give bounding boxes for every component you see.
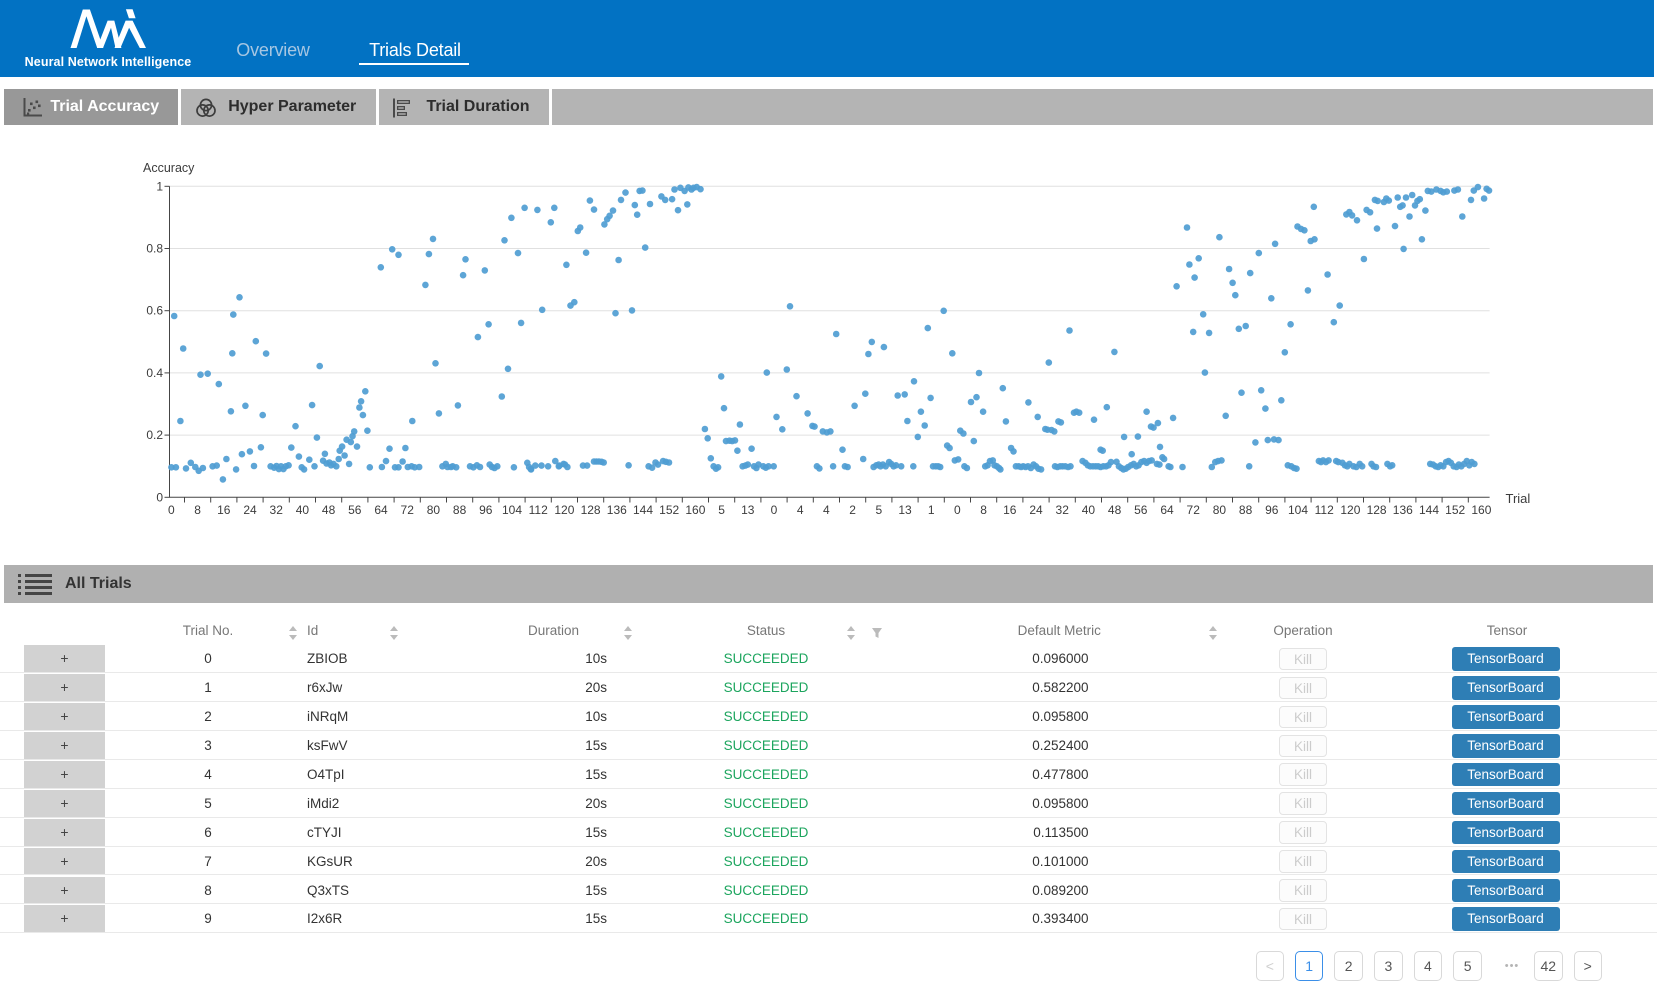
svg-text:0: 0 (168, 503, 175, 517)
svg-text:160: 160 (685, 503, 705, 517)
svg-text:13: 13 (741, 503, 755, 517)
svg-text:4: 4 (823, 503, 830, 517)
svg-text:0.8: 0.8 (146, 242, 163, 256)
svg-text:1: 1 (928, 503, 935, 517)
svg-text:96: 96 (1265, 503, 1279, 517)
svg-text:72: 72 (1187, 503, 1201, 517)
svg-text:104: 104 (502, 503, 522, 517)
svg-text:128: 128 (581, 503, 601, 517)
svg-text:40: 40 (1082, 503, 1096, 517)
svg-text:0: 0 (771, 503, 778, 517)
svg-text:120: 120 (1340, 503, 1360, 517)
svg-text:152: 152 (659, 503, 679, 517)
svg-text:8: 8 (194, 503, 201, 517)
svg-text:56: 56 (1134, 503, 1148, 517)
svg-text:0: 0 (954, 503, 961, 517)
svg-text:160: 160 (1471, 503, 1491, 517)
svg-text:88: 88 (1239, 503, 1253, 517)
svg-text:144: 144 (1419, 503, 1439, 517)
svg-text:0.6: 0.6 (146, 304, 163, 318)
svg-text:5: 5 (718, 503, 725, 517)
svg-text:48: 48 (1108, 503, 1122, 517)
svg-text:24: 24 (243, 503, 257, 517)
svg-text:72: 72 (401, 503, 415, 517)
svg-text:128: 128 (1367, 503, 1387, 517)
svg-text:5: 5 (875, 503, 882, 517)
svg-text:56: 56 (348, 503, 362, 517)
svg-text:32: 32 (1056, 503, 1070, 517)
svg-text:24: 24 (1029, 503, 1043, 517)
svg-text:120: 120 (554, 503, 574, 517)
svg-text:0: 0 (156, 490, 163, 504)
svg-text:48: 48 (322, 503, 336, 517)
svg-text:1: 1 (156, 179, 163, 193)
svg-text:16: 16 (217, 503, 231, 517)
svg-text:0.2: 0.2 (146, 428, 163, 442)
svg-text:88: 88 (453, 503, 467, 517)
svg-text:0.4: 0.4 (146, 366, 163, 380)
svg-text:32: 32 (270, 503, 284, 517)
svg-text:16: 16 (1003, 503, 1017, 517)
svg-text:80: 80 (427, 503, 441, 517)
svg-text:2: 2 (849, 503, 856, 517)
svg-text:112: 112 (1315, 503, 1334, 517)
svg-text:64: 64 (1160, 503, 1174, 517)
svg-text:4: 4 (797, 503, 804, 517)
svg-text:Accuracy: Accuracy (143, 161, 195, 175)
svg-text:112: 112 (529, 503, 548, 517)
svg-text:96: 96 (479, 503, 493, 517)
svg-text:152: 152 (1445, 503, 1465, 517)
svg-text:80: 80 (1213, 503, 1227, 517)
svg-text:136: 136 (1393, 503, 1413, 517)
svg-text:40: 40 (296, 503, 310, 517)
svg-text:64: 64 (374, 503, 388, 517)
svg-text:Trial: Trial (1506, 491, 1531, 506)
svg-text:136: 136 (607, 503, 627, 517)
svg-text:8: 8 (980, 503, 987, 517)
svg-text:13: 13 (898, 503, 912, 517)
svg-text:144: 144 (633, 503, 653, 517)
svg-text:104: 104 (1288, 503, 1308, 517)
